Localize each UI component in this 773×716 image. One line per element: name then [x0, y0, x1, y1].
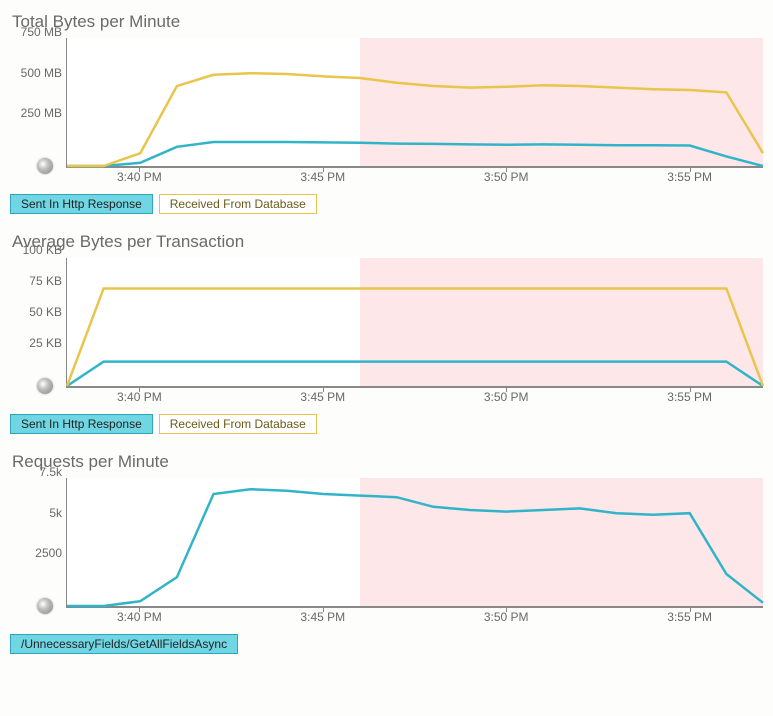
plot-wrap: 25 KB50 KB75 KB100 KB3:40 PM3:45 PM3:50 …: [10, 258, 763, 408]
chart-lines: [67, 478, 763, 606]
loading-indicator-icon: [37, 158, 53, 174]
y-tick-label: 5k: [49, 506, 62, 520]
x-tick-label: 3:50 PM: [484, 170, 529, 184]
x-tick-label: 3:45 PM: [300, 170, 345, 184]
legend-item[interactable]: Sent In Http Response: [10, 194, 153, 214]
legend: Sent In Http Response Received From Datab…: [10, 194, 763, 214]
plot-area[interactable]: [66, 258, 763, 388]
x-tick-label: 3:50 PM: [484, 390, 529, 404]
x-axis: 3:40 PM 3:45 PM 3:50 PM 3:55 PM: [66, 608, 763, 628]
x-tick-label: 3:40 PM: [117, 610, 162, 624]
series-line[interactable]: [67, 142, 763, 166]
y-tick-label: 50 KB: [29, 305, 62, 319]
x-axis: 3:40 PM 3:45 PM 3:50 PM 3:55 PM: [66, 168, 763, 188]
x-tick-label: 3:45 PM: [300, 610, 345, 624]
legend-item[interactable]: Sent In Http Response: [10, 414, 153, 434]
x-tick-label: 3:40 PM: [117, 170, 162, 184]
legend: Sent In Http Response Received From Datab…: [10, 414, 763, 434]
plot-wrap: 250 MB500 MB750 MB3:40 PM3:45 PM3:50 PM3…: [10, 38, 763, 188]
chart-requests: Requests per Minute 2500 5k 7.5k 3:40 PM 3:45…: [10, 452, 763, 654]
x-tick-label: 3:40 PM: [117, 390, 162, 404]
x-tick-label: 3:55 PM: [667, 170, 712, 184]
x-tick-label: 3:45 PM: [300, 390, 345, 404]
x-tick-label: 3:55 PM: [667, 610, 712, 624]
chart-avg-bytes: Average Bytes per Transaction 25 KB 50 KB 7…: [10, 232, 763, 434]
y-tick-label: 250 MB: [21, 106, 62, 120]
chart-lines: [67, 258, 763, 386]
y-tick-label: 25 KB: [29, 336, 62, 350]
y-tick-label: 2500: [35, 546, 62, 560]
y-axis: 25005k7.5k: [10, 478, 66, 608]
x-axis: 3:40 PM 3:45 PM 3:50 PM 3:55 PM: [66, 388, 763, 408]
chart-total-bytes: Total Bytes per Minute 250 MB 500 MB 750 MB…: [10, 12, 763, 214]
y-tick-label: 75 KB: [29, 274, 62, 288]
chart-lines: [67, 38, 763, 166]
plot-area[interactable]: [66, 478, 763, 608]
series-line[interactable]: [67, 362, 763, 386]
chart-title: Requests per Minute: [12, 452, 763, 472]
x-tick-label: 3:50 PM: [484, 610, 529, 624]
legend-item[interactable]: Received From Database: [159, 194, 317, 214]
legend-item[interactable]: Received From Database: [159, 414, 317, 434]
y-tick-label: 750 MB: [21, 25, 62, 39]
x-tick-label: 3:55 PM: [667, 390, 712, 404]
y-tick-label: 500 MB: [21, 66, 62, 80]
loading-indicator-icon: [37, 378, 53, 394]
y-tick-label: 7.5k: [39, 465, 62, 479]
series-line[interactable]: [67, 489, 763, 606]
series-line[interactable]: [67, 288, 763, 386]
plot-area[interactable]: [66, 38, 763, 168]
loading-indicator-icon: [37, 598, 53, 614]
chart-title: Average Bytes per Transaction: [12, 232, 763, 252]
plot-wrap: 25005k7.5k3:40 PM3:45 PM3:50 PM3:55 PM: [10, 478, 763, 628]
y-tick-label: 100 KB: [23, 243, 62, 257]
y-axis: 250 MB500 MB750 MB: [10, 38, 66, 168]
y-axis: 25 KB50 KB75 KB100 KB: [10, 258, 66, 388]
series-line[interactable]: [67, 73, 763, 166]
legend: /UnnecessaryFields/GetAllFieldsAsync: [10, 634, 763, 654]
chart-title: Total Bytes per Minute: [12, 12, 763, 32]
legend-item[interactable]: /UnnecessaryFields/GetAllFieldsAsync: [10, 634, 238, 654]
